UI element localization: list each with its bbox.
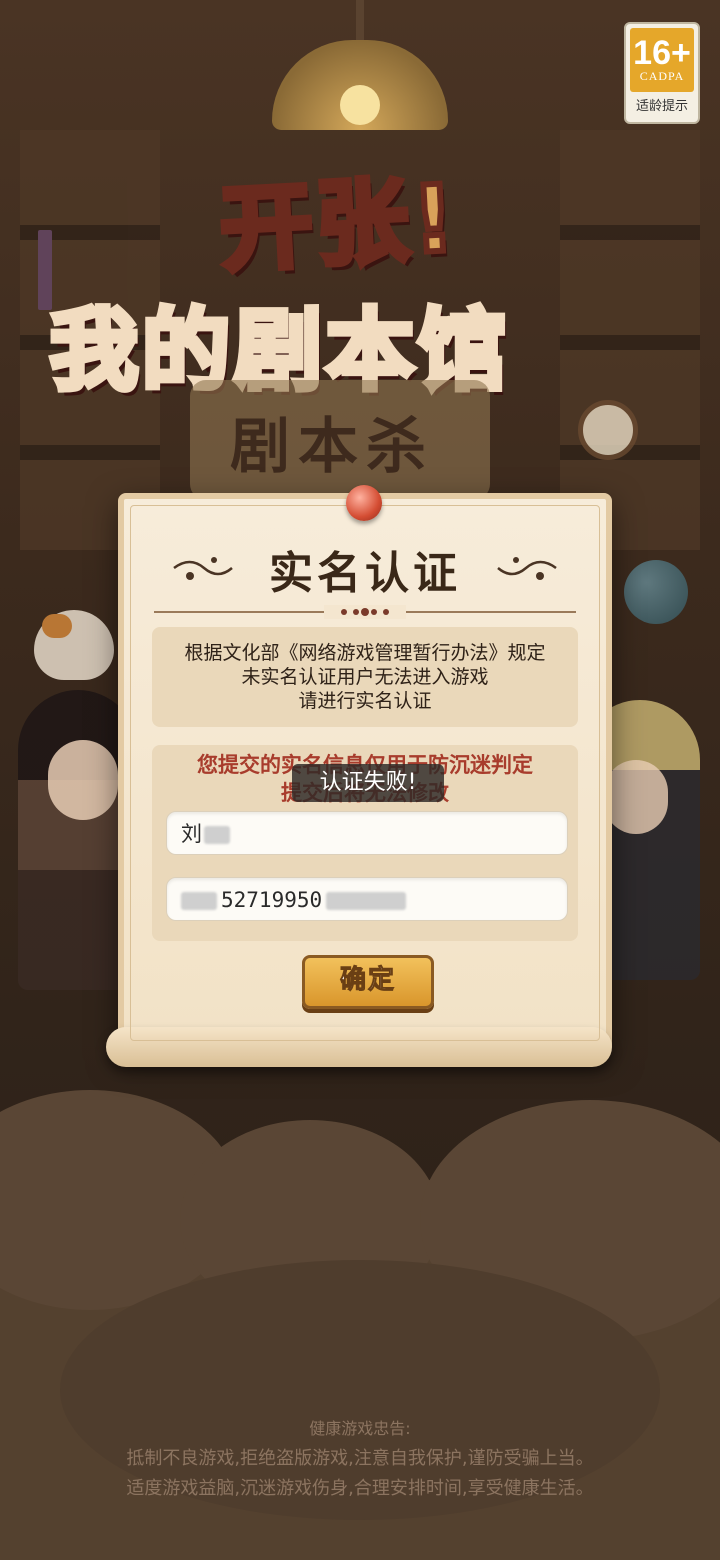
character-right-face — [604, 760, 668, 834]
notice-line: 请进行实名认证 — [298, 690, 432, 712]
cat-figure — [34, 610, 114, 680]
notice-line: 根据文化部《网络游戏管理暂行办法》规定 — [184, 642, 546, 664]
redacted-mask — [326, 892, 407, 910]
confirm-button[interactable]: 确定 — [302, 955, 434, 1009]
health-advice-line: 抵制不良游戏,拒绝盗版游戏,注意自我保护,谨防受骗上当。 — [126, 1448, 594, 1469]
signboard-text: 剧本杀 — [230, 412, 434, 482]
health-advice: 健康游戏忠告: 抵制不良游戏,拒绝盗版游戏,注意自我保护,谨防受骗上当。 适度游… — [0, 1414, 720, 1504]
redacted-mask — [204, 826, 230, 844]
redacted-mask — [181, 892, 217, 910]
notice-line: 未实名认证用户无法进入游戏 — [241, 666, 489, 688]
regulation-notice: 根据文化部《网络游戏管理暂行办法》规定 未实名认证用户无法进入游戏 请进行实名认… — [152, 627, 578, 727]
name-value: 刘 — [181, 822, 202, 846]
error-toast: 认证失败! — [292, 764, 444, 802]
ceiling-lamp — [272, 0, 448, 130]
game-title-line1: 开张! — [215, 162, 464, 287]
character-left-face — [48, 740, 118, 820]
divider-ornament-icon — [324, 605, 406, 619]
name-input[interactable]: 刘 — [166, 811, 568, 855]
id-number-input[interactable]: 52719950 — [166, 877, 568, 921]
clock-icon — [578, 400, 638, 460]
game-logo: 开张! 我的剧本馆 — [20, 140, 700, 405]
health-advice-line: 适度游戏益脑,沉迷游戏伤身,合理安排时间,享受健康生活。 — [126, 1478, 594, 1499]
ornament-right-icon — [497, 557, 557, 580]
scroll-roll — [106, 1027, 612, 1067]
age-rating-number: 16+ — [633, 34, 691, 72]
id-number-value: 52719950 — [221, 888, 323, 912]
pin-icon — [346, 485, 382, 521]
health-advice-title: 健康游戏忠告: — [309, 1419, 411, 1438]
age-rating-label: 适龄提示 — [635, 99, 688, 114]
age-rating-badge[interactable]: 16+ CADPA 适龄提示 — [624, 22, 700, 124]
signboard: 剧本杀 — [190, 380, 490, 500]
globe-icon — [624, 560, 688, 624]
